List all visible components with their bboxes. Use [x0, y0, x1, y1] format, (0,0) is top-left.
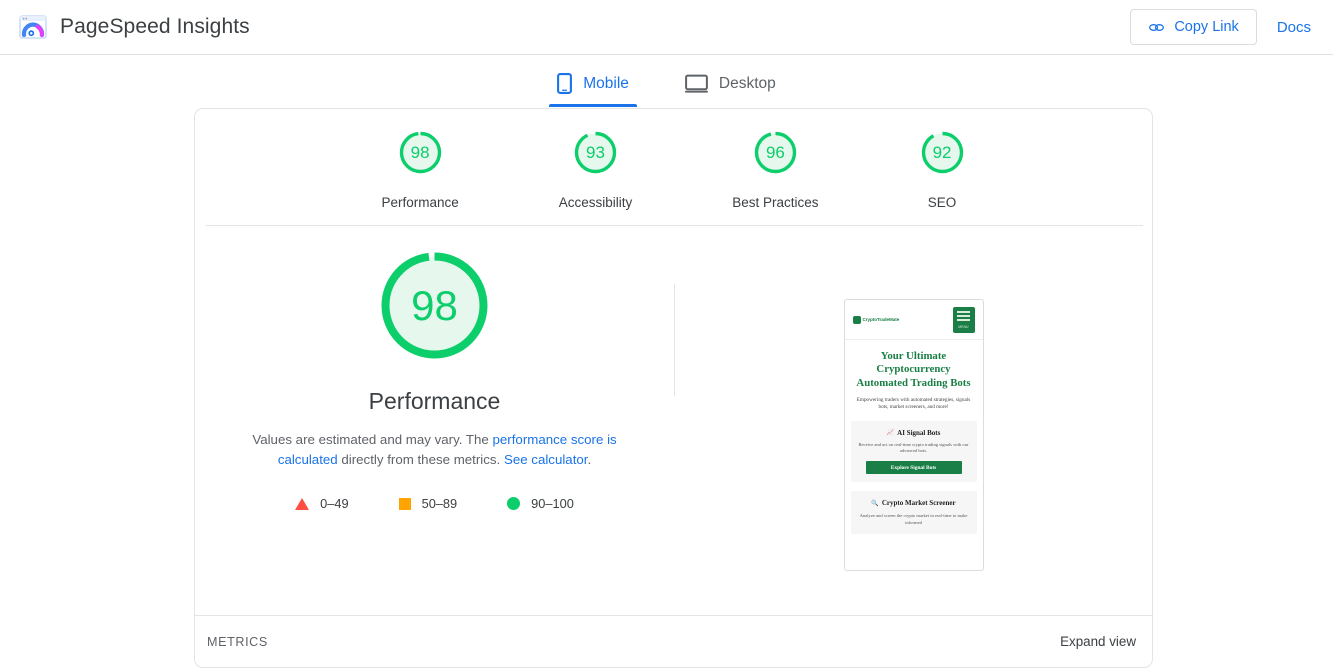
app-header: PageSpeed Insights Copy Link Docs [0, 0, 1333, 55]
score-legend: 0–49 50–89 90–100 [295, 496, 574, 511]
thumbnail-card-1-title: AI Signal Bots [897, 428, 941, 437]
green-circle-swatch-icon [507, 497, 521, 510]
thumbnail-menu-label: MENU [958, 324, 969, 329]
summary-label-accessibility: Accessibility [558, 195, 633, 210]
expand-view-button[interactable]: Expand view [1060, 634, 1136, 649]
report-card: 98 Performance 93 Accessibility 96 Best … [194, 108, 1153, 668]
thumbnail-explore-signal-bots-button: Explore Signal Bots [865, 461, 962, 475]
desktop-monitor-icon [684, 74, 708, 93]
summary-label-performance: Performance [381, 195, 459, 210]
gauge-performance-large-value: 98 [411, 281, 458, 329]
performance-description-part2: directly from these metrics. [337, 452, 504, 467]
summary-score-seo[interactable]: 92 SEO [919, 129, 966, 210]
gauge-performance-large: 98 [376, 247, 493, 364]
summary-scores-row: 98 Performance 93 Accessibility 96 Best … [195, 109, 1152, 210]
summary-score-accessibility[interactable]: 93 Accessibility [558, 129, 633, 210]
thumbnail-menu-button: MENU [952, 306, 975, 333]
thumbnail-card-2-title: Crypto Market Screener [881, 499, 956, 508]
thumbnail-site-logo: CryptoTradeMate [852, 315, 900, 324]
app-title: PageSpeed Insights [60, 15, 250, 38]
brand: PageSpeed Insights [18, 12, 250, 42]
summary-score-performance[interactable]: 98 Performance [381, 129, 459, 210]
chart-up-icon: 📈 [886, 430, 895, 437]
header-actions: Copy Link Docs [1130, 9, 1317, 45]
orange-square-swatch-icon [398, 497, 411, 510]
legend-item-pass: 90–100 [507, 496, 574, 511]
page-screenshot-thumbnail[interactable]: CryptoTradeMate MENU Your Ultimate Crypt… [843, 299, 984, 571]
metrics-label: METRICS [207, 634, 268, 649]
magnifier-icon: 🔍 [871, 501, 879, 508]
thumbnail-card-1-title-row: 📈 AI Signal Bots [857, 429, 971, 437]
thumbnail-feature-card-1: 📈 AI Signal Bots Receive and act on real… [850, 420, 977, 483]
thumbnail-site-header: CryptoTradeMate MENU [844, 300, 983, 340]
performance-description-part3: . [587, 452, 592, 467]
tab-mobile-label: Mobile [583, 74, 629, 92]
copy-link-label: Copy Link [1174, 19, 1239, 35]
performance-description: Values are estimated and may vary. The p… [225, 430, 645, 470]
tab-desktop-label: Desktop [718, 74, 776, 92]
see-calculator-link[interactable]: See calculator [504, 452, 588, 467]
gauge-seo: 92 [919, 129, 966, 176]
thumbnail-card-2-title-row: 🔍 Crypto Market Screener [857, 499, 971, 508]
performance-title: Performance [368, 388, 501, 414]
legend-item-average: 50–89 [398, 496, 458, 511]
tab-desktop[interactable]: Desktop [675, 66, 786, 107]
summary-label-seo: SEO [927, 195, 957, 210]
performance-description-part1: Values are estimated and may vary. The [252, 432, 493, 447]
legend-label-fail: 0–49 [320, 496, 349, 511]
docs-link[interactable]: Docs [1271, 15, 1317, 40]
hamburger-line-icon [957, 318, 970, 321]
thumbnail-heading: Your Ultimate Cryptocurrency Automated T… [856, 350, 971, 389]
thumbnail-card-1-text: Receive and act on real-time crypto trad… [858, 441, 969, 454]
pagespeed-insights-logo-icon [19, 15, 47, 39]
mobile-phone-icon [557, 73, 573, 94]
report-body: 98 Performance Values are estimated and … [195, 226, 1152, 606]
gauge-accessibility-value: 93 [586, 142, 605, 162]
tab-mobile[interactable]: Mobile [547, 66, 639, 107]
hamburger-line-icon [957, 314, 970, 317]
red-triangle-swatch-icon [295, 497, 310, 510]
summary-label-best-practices: Best Practices [732, 195, 819, 210]
thumbnail-subheading: Empowering traders with automated strate… [856, 397, 971, 411]
screenshot-pane: CryptoTradeMate MENU Your Ultimate Crypt… [675, 226, 1152, 606]
thumbnail-hero: Your Ultimate Cryptocurrency Automated T… [845, 340, 983, 412]
link-icon [1149, 23, 1165, 31]
thumbnail-card-2-text: Analyze and screen the crypto market in … [859, 513, 968, 525]
performance-pane: 98 Performance Values are estimated and … [195, 226, 674, 606]
gauge-best-practices-value: 96 [765, 142, 785, 162]
gauge-performance-value: 98 [410, 142, 430, 162]
summary-score-best-practices[interactable]: 96 Best Practices [732, 129, 819, 210]
gauge-accessibility: 93 [572, 129, 619, 176]
thumbnail-logo-text: CryptoTradeMate [862, 317, 900, 322]
legend-label-average: 50–89 [421, 496, 458, 511]
gauge-seo-value: 92 [932, 142, 952, 162]
thumbnail-logo-mark-icon [852, 315, 861, 324]
gauge-performance: 98 [397, 129, 444, 176]
copy-link-button[interactable]: Copy Link [1130, 9, 1257, 45]
hamburger-line-icon [957, 310, 970, 313]
metrics-bar: METRICS Expand view [195, 615, 1152, 667]
legend-item-fail: 0–49 [295, 496, 349, 511]
gauge-best-practices: 96 [752, 129, 799, 176]
legend-label-pass: 90–100 [531, 496, 574, 511]
thumbnail-feature-card-2: 🔍 Crypto Market Screener Analyze and scr… [850, 491, 977, 535]
form-factor-tabs: Mobile Desktop [0, 55, 1333, 107]
